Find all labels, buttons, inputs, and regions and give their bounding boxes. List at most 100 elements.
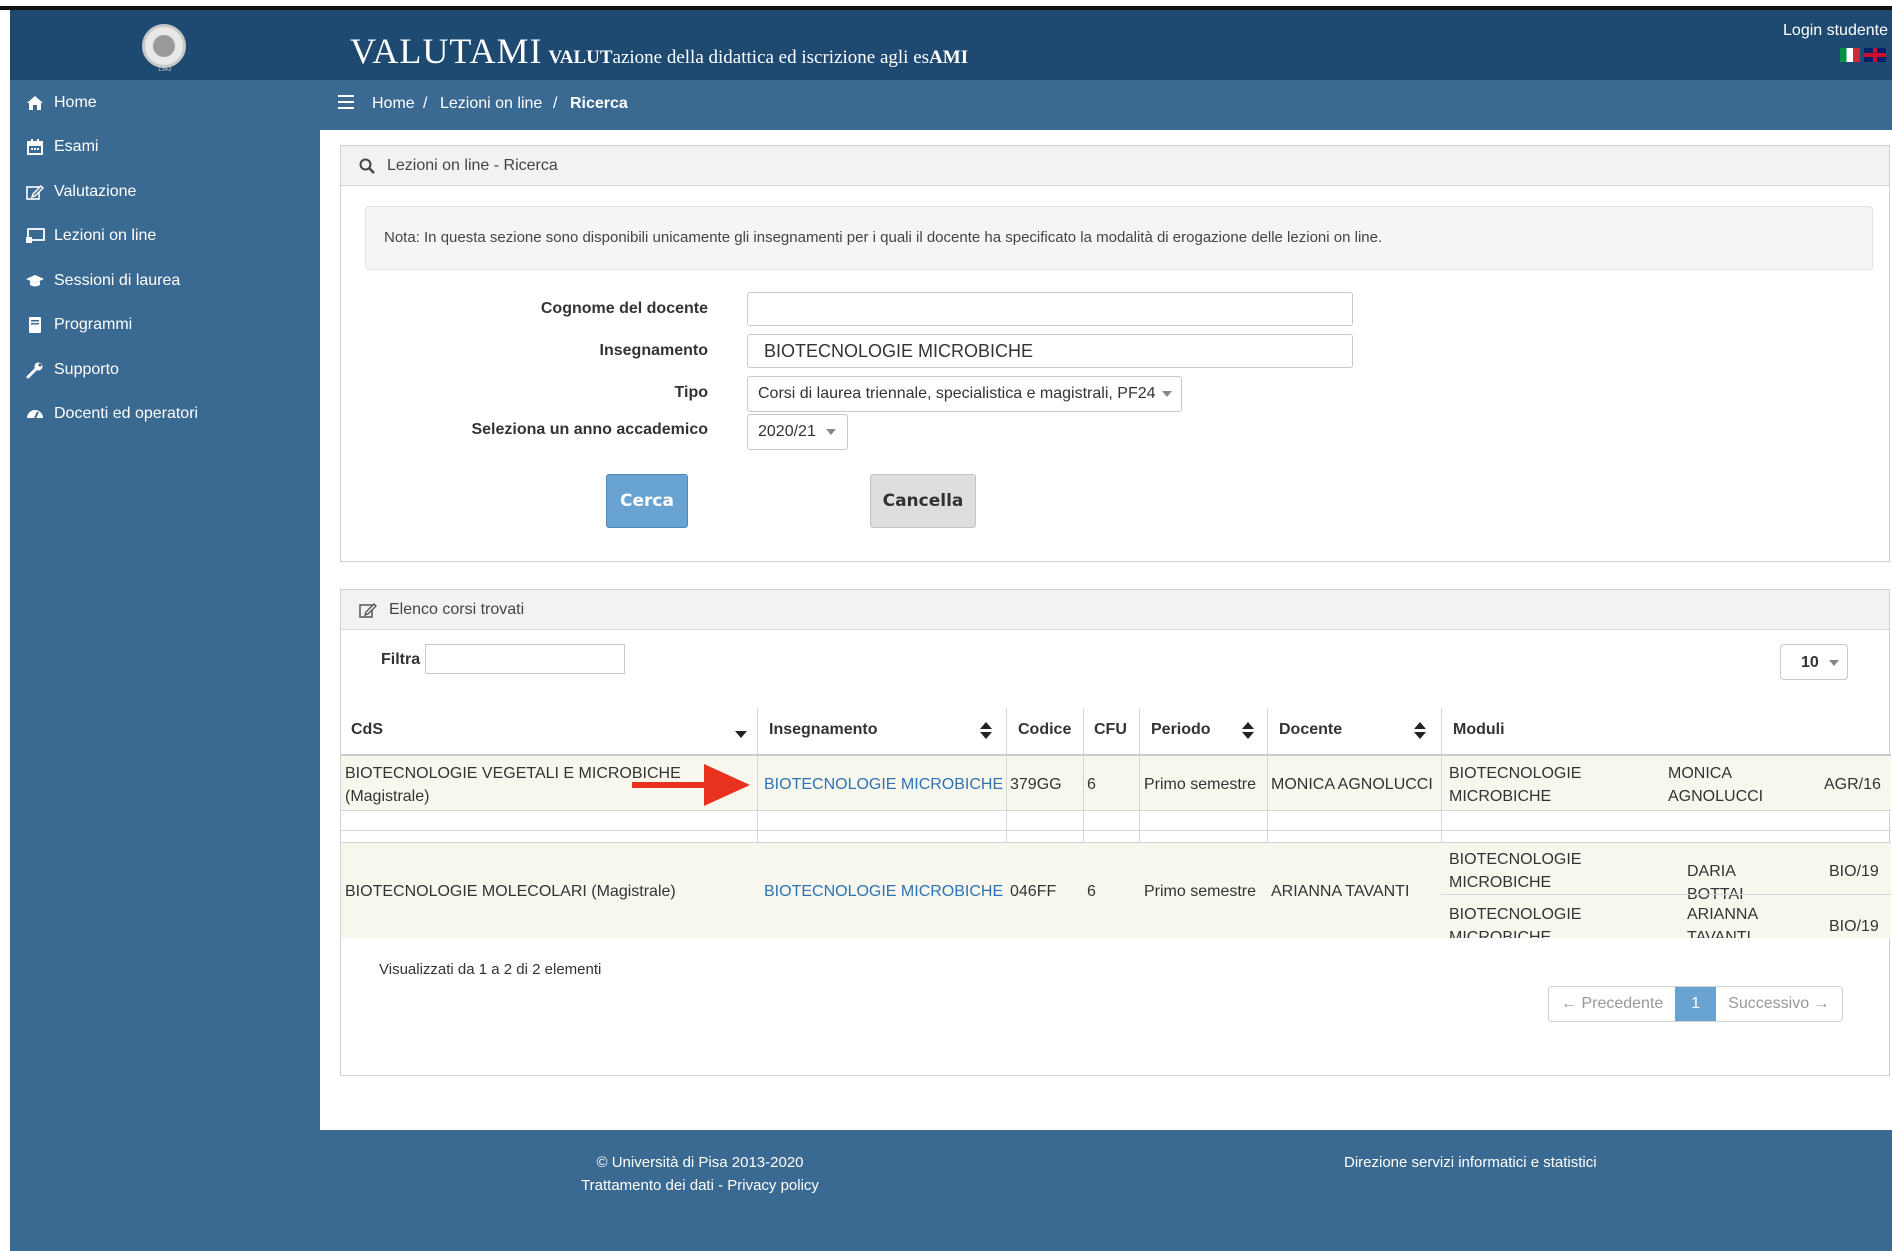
cell-cds: BIOTECNOLOGIE MOLECOLARI (Magistrale) <box>345 883 676 900</box>
graduation-cap-icon <box>24 272 46 290</box>
sidebar: Home Esami Valutazione Lezioni on line S… <box>10 80 320 1251</box>
page-size-select[interactable]: 10 <box>1780 644 1848 680</box>
filter-label: Filtra <box>381 651 421 668</box>
results-panel-title: Elenco corsi trovati <box>389 601 525 618</box>
cell-cfu: 6 <box>1087 776 1096 793</box>
sidebar-item-docenti[interactable]: Docenti ed operatori <box>24 405 198 423</box>
results-panel-header: Elenco corsi trovati <box>341 590 1889 630</box>
insegnamento-link[interactable]: BIOTECNOLOGIE MICROBICHE <box>764 773 1003 796</box>
cell-modulo-nome: BIOTECNOLOGIE MICROBICHE <box>1449 906 1582 938</box>
brand-title: VALUTAMI <box>350 31 543 71</box>
search-panel: Lezioni on line - Ricerca Nota: In quest… <box>340 145 1890 562</box>
results-panel: Elenco corsi trovati Filtra 10 CdS Inseg… <box>340 589 1891 1076</box>
cell-modulo-docente: MONICA AGNOLUCCI <box>1668 765 1764 805</box>
sidebar-item-supporto[interactable]: Supporto <box>24 361 119 379</box>
column-header-codice[interactable]: Codice <box>1018 721 1071 739</box>
screen-icon <box>24 227 46 245</box>
column-header-cds[interactable]: CdS <box>351 721 383 739</box>
page-1-button[interactable]: 1 <box>1675 987 1717 1021</box>
home-icon <box>24 94 46 112</box>
info-note: Nota: In questa sezione sono disponibili… <box>365 206 1873 270</box>
sidebar-item-esami[interactable]: Esami <box>24 138 98 156</box>
chevron-down-icon <box>825 428 836 435</box>
breadcrumb-current: Ricerca <box>570 95 628 112</box>
breadcrumb: Home / Lezioni on line / Ricerca <box>320 80 1892 130</box>
cell-periodo: Primo semestre <box>1144 883 1257 900</box>
wrench-icon <box>24 361 46 379</box>
column-header-insegnamento[interactable]: Insegnamento <box>769 721 877 739</box>
cell-modulo-ssd: BIO/19 <box>1829 918 1879 935</box>
login-link[interactable]: Login studente <box>1783 22 1888 40</box>
breadcrumb-lezioni[interactable]: Lezioni on line <box>440 95 542 113</box>
sort-icon[interactable] <box>1414 721 1426 741</box>
filter-input[interactable] <box>425 644 625 674</box>
pagination: ← Precedente 1 Successivo → <box>1548 986 1843 1022</box>
search-panel-header: Lezioni on line - Ricerca <box>341 146 1889 186</box>
sidebar-item-sessioni[interactable]: Sessioni di laurea <box>24 272 180 290</box>
breadcrumb-separator: / <box>423 95 428 112</box>
cell-modulo-nome: BIOTECNOLOGIE MICROBICHE <box>1449 765 1582 805</box>
hamburger-menu-icon[interactable] <box>338 95 354 109</box>
footer: © Università di Pisa 2013-2020 Trattamen… <box>320 1130 1892 1251</box>
search-icon <box>359 158 377 176</box>
cell-periodo: Primo semestre <box>1144 776 1257 793</box>
header-bar: 1343 VALUTAMI VALUTazione della didattica… <box>10 10 1892 80</box>
search-button[interactable]: Cerca <box>606 474 688 528</box>
next-page-button[interactable]: Successivo → <box>1716 987 1841 1021</box>
column-header-cfu[interactable]: CFU <box>1094 721 1127 739</box>
sort-icon[interactable] <box>980 721 992 741</box>
chevron-down-icon <box>1828 659 1839 666</box>
dashboard-icon <box>24 405 46 423</box>
cancel-button[interactable]: Cancella <box>870 474 976 528</box>
cell-codice: 379GG <box>1010 776 1062 793</box>
sidebar-item-valutazione[interactable]: Valutazione <box>24 183 136 201</box>
cell-codice: 046FF <box>1010 883 1057 900</box>
cell-modulo-nome: BIOTECNOLOGIE MICROBICHE <box>1449 851 1582 891</box>
column-header-docente[interactable]: Docente <box>1279 721 1342 739</box>
app-brand[interactable]: VALUTAMI VALUTazione della didattica ed i… <box>350 30 968 72</box>
column-header-moduli: Moduli <box>1453 721 1505 738</box>
breadcrumb-separator: / <box>553 95 558 112</box>
anno-select[interactable]: 2020/21 <box>747 414 848 450</box>
sidebar-item-programmi[interactable]: Programmi <box>24 316 132 334</box>
cell-modulo-docente: ARIANNA TAVANTI <box>1687 906 1758 938</box>
brand-subtitle: VALUTazione della didattica ed iscrizion… <box>548 47 969 68</box>
footer-copyright: © Università di Pisa 2013-2020 <box>596 1154 804 1171</box>
tipo-select[interactable]: Corsi di laurea triennale, specialistica… <box>747 376 1182 412</box>
cell-docente: ARIANNA TAVANTI <box>1271 883 1410 900</box>
cell-docente: MONICA AGNOLUCCI <box>1271 776 1433 793</box>
sidebar-item-lezioni[interactable]: Lezioni on line <box>24 227 156 245</box>
search-panel-title: Lezioni on line - Ricerca <box>387 157 558 174</box>
uk-flag-icon[interactable] <box>1864 48 1886 62</box>
calendar-icon <box>24 138 46 156</box>
red-arrow-annotation <box>632 764 750 806</box>
footer-direzione: Direzione servizi informatici e statisti… <box>1344 1154 1597 1171</box>
language-flags <box>1840 48 1886 62</box>
table-info: Visualizzati da 1 a 2 di 2 elementi <box>379 961 602 978</box>
cell-modulo-docente: DARIA BOTTAI <box>1687 863 1744 903</box>
university-seal-logo[interactable]: 1343 <box>142 24 186 73</box>
sort-icon[interactable] <box>1242 721 1254 741</box>
edit-icon <box>24 183 46 201</box>
cognome-input[interactable] <box>747 292 1353 326</box>
prev-page-button[interactable]: ← Precedente <box>1549 987 1675 1021</box>
edit-icon <box>359 602 377 620</box>
insegnamento-input[interactable]: BIOTECNOLOGIE MICROBICHE <box>747 334 1353 368</box>
cell-modulo-ssd: AGR/16 <box>1824 776 1881 793</box>
cell-modulo-ssd: BIO/19 <box>1829 863 1879 880</box>
cognome-label: Cognome del docente <box>540 300 708 317</box>
italian-flag-icon[interactable] <box>1840 48 1860 62</box>
insegnamento-label: Insegnamento <box>599 342 708 359</box>
book-icon <box>24 316 46 334</box>
breadcrumb-home[interactable]: Home <box>372 95 415 113</box>
footer-privacy-link[interactable]: Trattamento dei dati - Privacy policy <box>320 1177 1080 1194</box>
sidebar-item-home[interactable]: Home <box>24 94 97 112</box>
tipo-label: Tipo <box>674 384 708 401</box>
chevron-down-icon <box>1161 390 1172 397</box>
top-edge <box>0 0 1892 10</box>
cell-cfu: 6 <box>1087 883 1096 900</box>
column-header-periodo[interactable]: Periodo <box>1151 721 1211 739</box>
sort-desc-icon[interactable] <box>735 723 747 743</box>
insegnamento-link[interactable]: BIOTECNOLOGIE MICROBICHE <box>764 880 1003 903</box>
anno-label: Seleziona un anno accademico <box>471 421 708 438</box>
